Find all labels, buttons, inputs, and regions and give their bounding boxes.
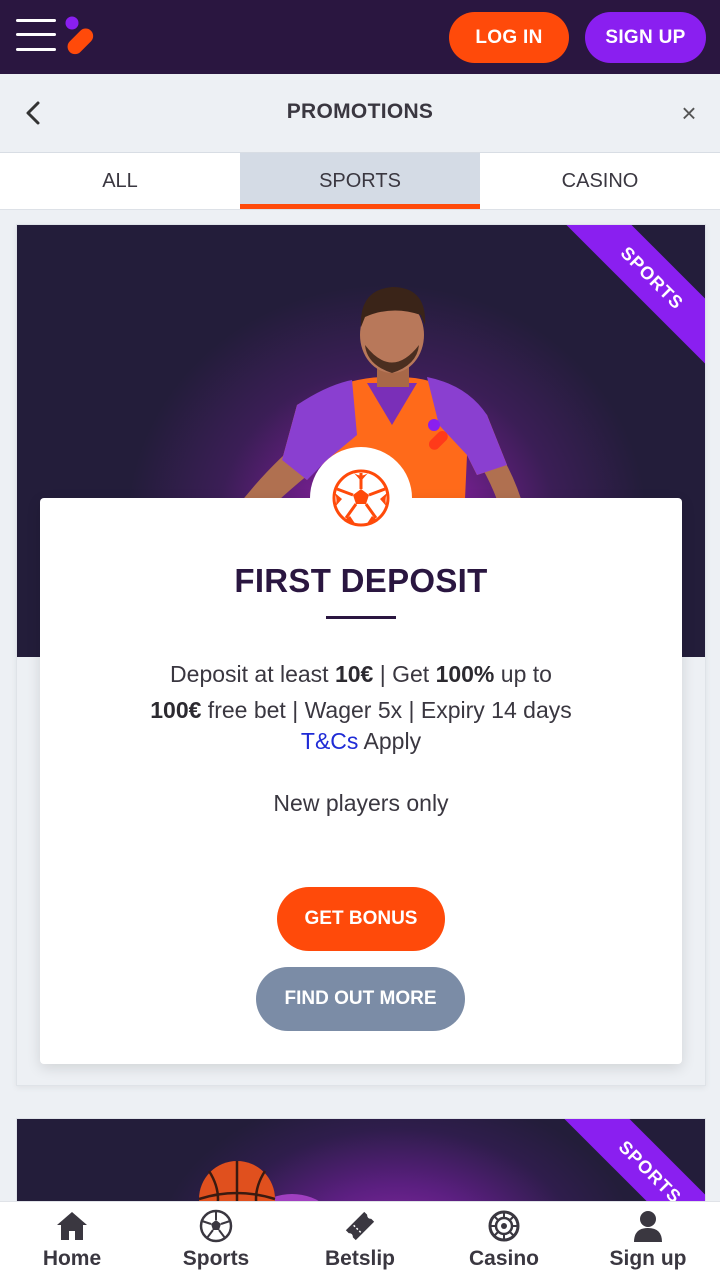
nav-home[interactable]: Home bbox=[0, 1202, 144, 1280]
nav-label: Sports bbox=[182, 1247, 250, 1270]
bottom-navigation: Home Sports Betslip Casino Sign up bbox=[0, 1201, 720, 1280]
promo-title: FIRST DEPOSIT bbox=[234, 562, 488, 599]
roulette-icon bbox=[488, 1210, 520, 1242]
promotions-header: PROMOTIONS × bbox=[0, 74, 720, 153]
signup-button[interactable]: SIGN UP bbox=[585, 12, 706, 63]
audience-note: New players only bbox=[273, 790, 449, 816]
user-icon bbox=[634, 1211, 662, 1242]
promo-card-first-deposit: SPORTS FIRST DEPOSIT Deposit at least 10… bbox=[16, 224, 706, 1086]
top-bar: LOG IN SIGN UP bbox=[0, 0, 720, 74]
promo-description: Deposit at least 10€ | Get 100% up to 10… bbox=[150, 661, 572, 723]
terms-line: T&Cs Apply bbox=[300, 728, 422, 754]
terms-link[interactable]: T&Cs bbox=[301, 728, 359, 754]
close-icon[interactable]: × bbox=[675, 99, 703, 127]
home-icon bbox=[57, 1212, 87, 1240]
page-title: PROMOTIONS bbox=[286, 100, 434, 123]
nav-label: Sign up bbox=[609, 1247, 687, 1270]
brand-logo-icon[interactable] bbox=[62, 16, 96, 58]
tab-all[interactable]: ALL bbox=[0, 153, 240, 209]
soccer-ball-icon bbox=[199, 1209, 233, 1243]
tab-sports[interactable]: SPORTS bbox=[240, 153, 480, 209]
promo-details-card: FIRST DEPOSIT Deposit at least 10€ | Get… bbox=[40, 447, 682, 1064]
promo-tabs: ALL SPORTS CASINO bbox=[0, 153, 720, 210]
hamburger-menu-icon[interactable] bbox=[16, 17, 56, 53]
nav-sports[interactable]: Sports bbox=[144, 1202, 288, 1280]
icon-badge bbox=[310, 447, 412, 549]
nav-label: Casino bbox=[468, 1247, 539, 1270]
login-button[interactable]: LOG IN bbox=[449, 12, 569, 63]
nav-betslip[interactable]: Betslip bbox=[288, 1202, 432, 1280]
app-root: LOG IN SIGN UP PROMOTIONS × ALL SPORTS C… bbox=[0, 0, 720, 1280]
nav-casino[interactable]: Casino bbox=[432, 1202, 576, 1280]
soccer-ball-icon bbox=[332, 469, 390, 527]
tab-casino[interactable]: CASINO bbox=[480, 153, 720, 209]
get-bonus-button[interactable]: GET BONUS bbox=[277, 887, 445, 951]
sports-ribbon: SPORTS bbox=[561, 225, 705, 369]
title-divider bbox=[326, 616, 396, 619]
nav-signup[interactable]: Sign up bbox=[576, 1202, 720, 1280]
nav-label: Betslip bbox=[324, 1247, 395, 1270]
find-out-more-button[interactable]: FIND OUT MORE bbox=[256, 967, 465, 1031]
nav-label: Home bbox=[42, 1247, 102, 1270]
ticket-icon bbox=[345, 1211, 375, 1241]
